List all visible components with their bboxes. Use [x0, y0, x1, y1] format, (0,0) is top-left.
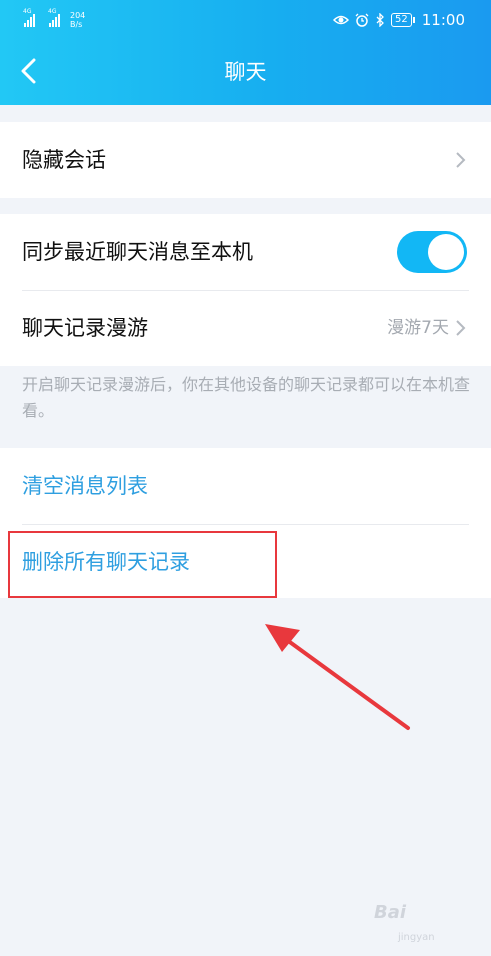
alarm-icon — [355, 13, 369, 27]
sync-recent-row: 同步最近聊天消息至本机 — [0, 214, 491, 290]
watermark: Bai jingyan — [374, 902, 474, 948]
battery-level: 52 — [395, 14, 408, 25]
status-left: 4G 4G 204 B/s — [23, 8, 85, 32]
status-time: 11:00 — [421, 11, 465, 29]
header-bar: 4G 4G 204 B/s 52 11:00 聊天 — [0, 0, 491, 105]
highlight-box — [8, 531, 277, 598]
roaming-row[interactable]: 聊天记录漫游 漫游7天 — [0, 290, 491, 366]
net-speed-unit: B/s — [70, 20, 83, 29]
signal-icon: 4G — [23, 9, 35, 27]
clear-list-label: 清空消息列表 — [22, 474, 148, 498]
roaming-description: 开启聊天记录漫游后，你在其他设备的聊天记录都可以在本机查看。 — [22, 375, 471, 420]
roaming-label: 聊天记录漫游 — [22, 316, 148, 340]
signal-1-tag: 4G — [23, 8, 32, 15]
signal-2-tag: 4G — [48, 8, 57, 15]
signal-icon: 4G — [48, 9, 60, 27]
sync-recent-label: 同步最近聊天消息至本机 — [22, 240, 253, 264]
clear-list-row[interactable]: 清空消息列表 — [0, 448, 491, 524]
hide-session-row[interactable]: 隐藏会话 — [0, 122, 491, 198]
watermark-sub: jingyan — [398, 932, 435, 943]
settings-group-sync: 同步最近聊天消息至本机 聊天记录漫游 漫游7天 — [0, 214, 491, 366]
battery-icon: 52 — [391, 13, 415, 27]
chevron-right-icon — [456, 152, 466, 168]
bluetooth-icon — [376, 13, 384, 27]
net-speed-value: 204 — [70, 11, 86, 20]
settings-group-hidden: 隐藏会话 — [0, 122, 491, 198]
net-speed: 204 B/s — [70, 11, 85, 29]
chevron-right-icon — [456, 320, 466, 336]
roaming-value: 漫游7天 — [387, 318, 449, 338]
sync-recent-toggle[interactable] — [397, 231, 467, 273]
page-title: 聊天 — [224, 60, 267, 84]
toggle-knob — [428, 234, 464, 270]
status-bar: 4G 4G 204 B/s 52 11:00 — [0, 0, 491, 40]
eye-icon — [333, 15, 350, 25]
hide-session-label: 隐藏会话 — [22, 148, 106, 172]
status-right: 52 11:00 — [333, 8, 465, 32]
watermark-brand: Bai — [374, 902, 407, 923]
